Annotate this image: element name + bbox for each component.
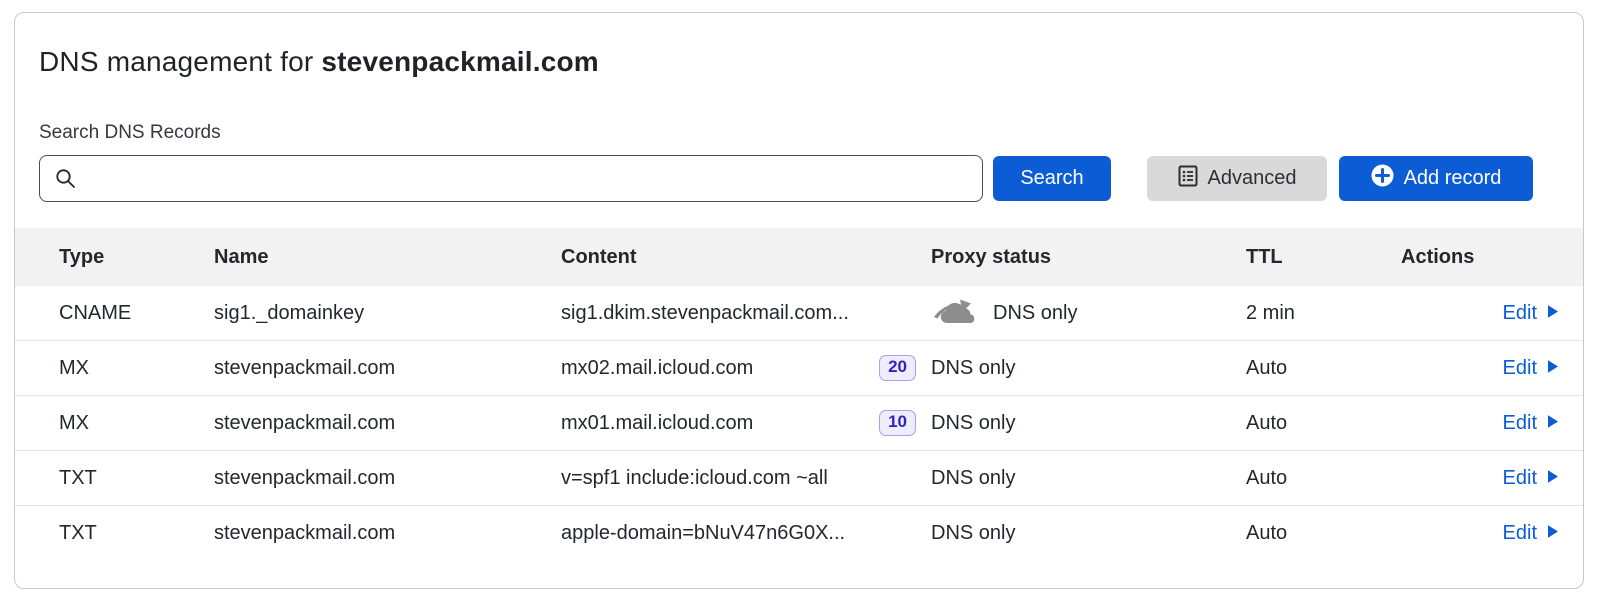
record-content: mx01.mail.icloud.com — [561, 412, 753, 435]
add-record-button-label: Add record — [1404, 167, 1502, 190]
advanced-button[interactable]: Advanced — [1147, 156, 1327, 201]
dns-only-cloud-icon — [931, 295, 977, 331]
edit-button-label: Edit — [1503, 467, 1537, 490]
advanced-button-label: Advanced — [1208, 167, 1297, 190]
chevron-right-icon — [1546, 412, 1559, 435]
dns-management-card: DNS management for stevenpackmail.com Se… — [14, 12, 1584, 589]
proxy-status-cell: DNS only — [931, 412, 1246, 435]
record-content: apple-domain=bNuV47n6G0X... — [561, 522, 845, 545]
actions-cell: Edit — [1391, 302, 1559, 325]
plus-circle-icon — [1371, 164, 1394, 193]
record-name: stevenpackmail.com — [214, 412, 561, 435]
proxy-status-cell: DNS only — [931, 522, 1246, 545]
record-content-cell: apple-domain=bNuV47n6G0X... — [561, 522, 931, 545]
record-type: TXT — [59, 467, 214, 490]
record-content-cell: v=spf1 include:icloud.com ~all — [561, 467, 931, 490]
column-header-proxy: Proxy status — [931, 246, 1246, 269]
record-ttl: Auto — [1246, 522, 1391, 545]
proxy-status-cell: DNS only — [931, 467, 1246, 490]
search-button-label: Search — [1020, 167, 1083, 190]
record-name: sig1._domainkey — [214, 302, 561, 325]
table-body: CNAME sig1._domainkey sig1.dkim.stevenpa… — [15, 286, 1583, 561]
record-type: TXT — [59, 522, 214, 545]
edit-button[interactable]: Edit — [1503, 302, 1559, 325]
record-content: sig1.dkim.stevenpackmail.com... — [561, 302, 849, 325]
chevron-right-icon — [1546, 467, 1559, 490]
column-header-content: Content — [561, 246, 931, 269]
record-type: CNAME — [59, 302, 214, 325]
dns-records-table: Type Name Content Proxy status TTL Actio… — [15, 228, 1583, 561]
proxy-status-text: DNS only — [931, 522, 1015, 545]
record-type: MX — [59, 412, 214, 435]
record-name: stevenpackmail.com — [214, 357, 561, 380]
column-header-type: Type — [59, 246, 214, 269]
actions-cell: Edit — [1391, 357, 1559, 380]
chevron-right-icon — [1546, 522, 1559, 545]
chevron-right-icon — [1546, 357, 1559, 380]
record-content-cell: mx01.mail.icloud.com 10 — [561, 410, 931, 436]
page-title-domain: stevenpackmail.com — [321, 46, 599, 77]
edit-button[interactable]: Edit — [1503, 357, 1559, 380]
page: DNS management for stevenpackmail.com Se… — [0, 0, 1600, 602]
record-ttl: 2 min — [1246, 302, 1391, 325]
table-row: MX stevenpackmail.com mx01.mail.icloud.c… — [15, 396, 1583, 451]
controls-row: Search Advanced — [39, 155, 1559, 202]
page-title: DNS management for stevenpackmail.com — [39, 46, 1583, 78]
proxy-status-text: DNS only — [931, 467, 1015, 490]
proxy-status-text: DNS only — [931, 357, 1015, 380]
edit-button-label: Edit — [1503, 302, 1537, 325]
table-row: CNAME sig1._domainkey sig1.dkim.stevenpa… — [15, 286, 1583, 341]
edit-button-label: Edit — [1503, 412, 1537, 435]
record-content-cell: mx02.mail.icloud.com 20 — [561, 355, 931, 381]
column-header-actions: Actions — [1391, 246, 1559, 269]
actions-cell: Edit — [1391, 412, 1559, 435]
chevron-right-icon — [1546, 302, 1559, 325]
table-row: MX stevenpackmail.com mx02.mail.icloud.c… — [15, 341, 1583, 396]
record-name: stevenpackmail.com — [214, 467, 561, 490]
record-ttl: Auto — [1246, 467, 1391, 490]
add-record-button[interactable]: Add record — [1339, 156, 1533, 201]
priority-badge: 20 — [879, 355, 916, 381]
search-label: Search DNS Records — [39, 122, 1583, 144]
search-button[interactable]: Search — [993, 156, 1111, 201]
table-row: TXT stevenpackmail.com apple-domain=bNuV… — [15, 506, 1583, 561]
actions-cell: Edit — [1391, 522, 1559, 545]
column-header-name: Name — [214, 246, 561, 269]
record-ttl: Auto — [1246, 412, 1391, 435]
edit-button-label: Edit — [1503, 522, 1537, 545]
advanced-list-icon — [1178, 165, 1198, 193]
proxy-status-cell: DNS only — [931, 295, 1246, 331]
record-name: stevenpackmail.com — [214, 522, 561, 545]
record-content: v=spf1 include:icloud.com ~all — [561, 467, 828, 490]
page-title-prefix: DNS management for — [39, 46, 321, 77]
column-header-ttl: TTL — [1246, 246, 1391, 269]
edit-button[interactable]: Edit — [1503, 467, 1559, 490]
record-content: mx02.mail.icloud.com — [561, 357, 753, 380]
record-ttl: Auto — [1246, 357, 1391, 380]
record-content-cell: sig1.dkim.stevenpackmail.com... — [561, 302, 931, 325]
edit-button-label: Edit — [1503, 357, 1537, 380]
record-type: MX — [59, 357, 214, 380]
proxy-status-text: DNS only — [993, 302, 1077, 325]
table-header-row: Type Name Content Proxy status TTL Actio… — [15, 228, 1583, 286]
priority-badge: 10 — [879, 410, 916, 436]
actions-cell: Edit — [1391, 467, 1559, 490]
table-row: TXT stevenpackmail.com v=spf1 include:ic… — [15, 451, 1583, 506]
edit-button[interactable]: Edit — [1503, 412, 1559, 435]
proxy-status-cell: DNS only — [931, 357, 1246, 380]
edit-button[interactable]: Edit — [1503, 522, 1559, 545]
search-input[interactable] — [39, 155, 983, 202]
proxy-status-text: DNS only — [931, 412, 1015, 435]
search-box — [39, 155, 983, 202]
